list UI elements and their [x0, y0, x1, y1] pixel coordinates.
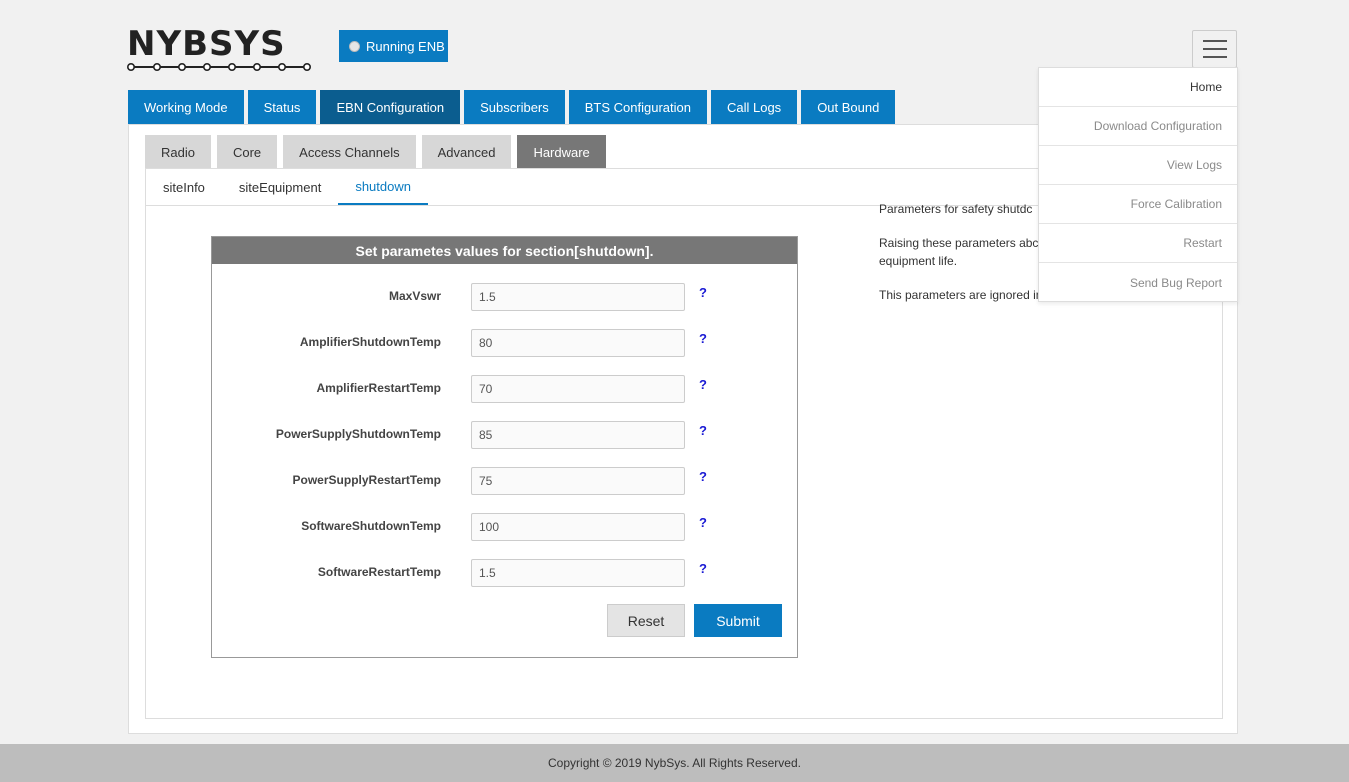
help-icon[interactable]: ? — [699, 469, 707, 484]
software-shutdown-temp-input[interactable] — [471, 513, 685, 541]
field-label: PowerSupplyShutdownTemp — [275, 427, 441, 441]
subtab-hardware[interactable]: Hardware — [517, 135, 606, 169]
help-icon[interactable]: ? — [699, 377, 707, 392]
tab-bts-configuration[interactable]: BTS Configuration — [568, 90, 707, 124]
status-indicator-icon — [349, 40, 360, 52]
field-label: AmplifierRestartTemp — [316, 381, 441, 395]
help-icon[interactable]: ? — [699, 331, 707, 346]
link-tab-siteequipment[interactable]: siteEquipment — [222, 169, 338, 205]
logo-dots-graphic — [127, 62, 312, 72]
status-badge: Running ENB — [339, 30, 448, 62]
tab-subscribers[interactable]: Subscribers — [464, 90, 565, 124]
sub-nav-tabs: Radio Core Access Channels Advanced Hard… — [145, 135, 606, 169]
logo-text: NYBSYS — [127, 24, 286, 64]
help-icon[interactable]: ? — [699, 285, 707, 300]
field-label: MaxVswr — [388, 289, 441, 303]
submit-button[interactable]: Submit — [694, 604, 782, 637]
tab-ebn-configuration[interactable]: EBN Configuration — [320, 90, 461, 124]
power-supply-shutdown-temp-input[interactable] — [471, 421, 685, 449]
subtab-radio[interactable]: Radio — [145, 135, 211, 169]
field-row-power-supply-shutdown-temp: PowerSupplyShutdownTemp ? — [212, 421, 797, 449]
software-restart-temp-input[interactable] — [471, 559, 685, 587]
menu-item-download-configuration[interactable]: Download Configuration — [1039, 107, 1237, 146]
field-row-amplifier-restart-temp: AmplifierRestartTemp ? — [212, 375, 797, 403]
menu-item-view-logs[interactable]: View Logs — [1039, 146, 1237, 185]
tab-working-mode[interactable]: Working Mode — [128, 90, 244, 124]
maxvswr-input[interactable] — [471, 283, 685, 311]
help-icon[interactable]: ? — [699, 561, 707, 576]
link-tab-siteinfo[interactable]: siteInfo — [146, 169, 222, 205]
hamburger-line-icon — [1202, 56, 1227, 58]
main-nav-tabs: Working Mode Status EBN Configuration Su… — [128, 90, 896, 124]
menu-item-force-calibration[interactable]: Force Calibration — [1039, 185, 1237, 224]
status-label: Running ENB — [366, 38, 445, 54]
amplifier-restart-temp-input[interactable] — [471, 375, 685, 403]
footer: Copyright © 2019 NybSys. All Rights Rese… — [0, 744, 1349, 782]
field-row-software-restart-temp: SoftwareRestartTemp ? — [212, 559, 797, 587]
power-supply-restart-temp-input[interactable] — [471, 467, 685, 495]
tab-status[interactable]: Status — [247, 90, 317, 124]
hamburger-line-icon — [1202, 40, 1227, 42]
help-icon[interactable]: ? — [699, 515, 707, 530]
field-label: AmplifierShutdownTemp — [299, 335, 441, 349]
hamburger-line-icon — [1202, 48, 1227, 50]
tab-out-bound[interactable]: Out Bound — [801, 90, 896, 124]
copyright-text: Copyright © 2019 NybSys. All Rights Rese… — [548, 756, 801, 770]
hamburger-menu-button[interactable] — [1192, 30, 1237, 68]
tab-call-logs[interactable]: Call Logs — [710, 90, 798, 124]
subtab-access-channels[interactable]: Access Channels — [283, 135, 416, 169]
form-title: Set parametes values for section[shutdow… — [212, 237, 797, 264]
field-label: PowerSupplyRestartTemp — [292, 473, 441, 487]
link-tab-shutdown[interactable]: shutdown — [338, 169, 428, 205]
subtab-advanced[interactable]: Advanced — [421, 135, 512, 169]
reset-button[interactable]: Reset — [607, 604, 685, 637]
field-label: SoftwareRestartTemp — [317, 565, 441, 579]
field-label: SoftwareShutdownTemp — [301, 519, 441, 533]
field-row-amplifier-shutdown-temp: AmplifierShutdownTemp ? — [212, 329, 797, 357]
menu-item-home[interactable]: Home — [1039, 68, 1237, 107]
nybsys-logo: NYBSYS — [127, 24, 312, 72]
field-row-software-shutdown-temp: SoftwareShutdownTemp ? — [212, 513, 797, 541]
field-row-power-supply-restart-temp: PowerSupplyRestartTemp ? — [212, 467, 797, 495]
shutdown-form: Set parametes values for section[shutdow… — [211, 236, 798, 658]
menu-item-restart[interactable]: Restart — [1039, 224, 1237, 263]
subtab-core[interactable]: Core — [216, 135, 278, 169]
help-icon[interactable]: ? — [699, 423, 707, 438]
hamburger-dropdown-menu: Home Download Configuration View Logs Fo… — [1038, 67, 1238, 302]
amplifier-shutdown-temp-input[interactable] — [471, 329, 685, 357]
field-row-maxvswr: MaxVswr ? — [212, 283, 797, 311]
menu-item-send-bug-report[interactable]: Send Bug Report — [1039, 263, 1237, 302]
